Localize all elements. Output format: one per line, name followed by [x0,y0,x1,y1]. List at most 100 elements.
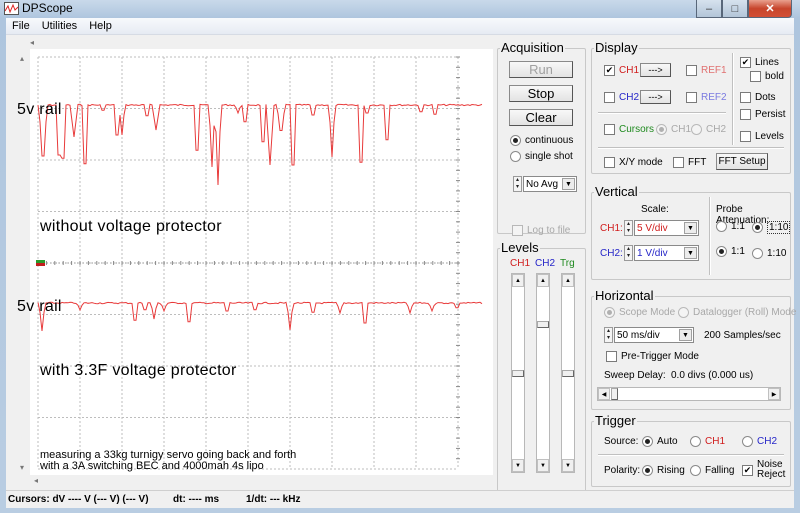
fft-setup-button[interactable]: FFT Setup [716,153,768,170]
fft-checkbox[interactable]: FFT [673,157,706,168]
scroll-up-arrow-icon[interactable]: ▴ [16,54,28,66]
ch2-to-ref2-button[interactable]: ---> [640,90,671,104]
pretrigger-checkbox[interactable]: Pre-Trigger Mode [606,351,699,362]
top-caption: without voltage protector [40,218,222,235]
mode-single-radio[interactable]: single shot [510,151,573,162]
menu-utilities[interactable]: Utilities [36,20,83,32]
cursor-ch1-radio[interactable]: CH1 [656,124,691,135]
mode-continuous-radio[interactable]: continuous [510,135,573,146]
avg-spinner[interactable]: ▴ ▾ [513,176,522,192]
levels-checkbox[interactable]: Levels [740,131,784,142]
lines-checkbox[interactable]: ✔ Lines [740,57,779,68]
trg-level-slider[interactable]: ▲ ▼ [561,273,575,473]
window-title: DPScope [22,1,73,15]
avg-select[interactable]: No Avg ▼ [523,176,577,192]
dots-checkbox[interactable]: Dots [740,92,776,103]
radio-indicator [716,221,727,232]
arrow-up-icon[interactable]: ▲ [537,274,549,287]
close-icon: ✕ [765,3,775,15]
log-to-file-checkbox[interactable]: Log to file [512,225,570,236]
trigger-source-auto-radio[interactable]: Auto [642,436,678,447]
persist-checkbox[interactable]: Persist [740,109,786,120]
levels-ch2-label: CH2 [535,258,556,269]
trg-level-thumb[interactable] [562,369,574,377]
scope-mode-radio[interactable]: Scope Mode [604,307,675,318]
radio-indicator [691,124,702,135]
scroll-left-arrow-icon-bottom[interactable]: ◂ [30,476,42,488]
lines-label: Lines [755,57,779,68]
display-ref2-checkbox[interactable]: REF2 [686,92,727,103]
fft-label: FFT [688,157,707,168]
ch1-probe-10x-radio[interactable]: 1:10 [752,221,791,234]
ch1-scale-select[interactable]: 5 V/div ▼ [634,220,699,236]
roll-mode-radio[interactable]: Datalogger (Roll) Mode [678,307,796,318]
client-area: File Utilities Help ◂ ▴ ▾ ◂ 5v rail with… [6,18,796,508]
top-rail-label: 5v rail [17,101,62,118]
radio-indicator [716,246,727,257]
display-ref1-checkbox[interactable]: REF1 [686,65,727,76]
chevron-down-icon: ▼ [679,329,692,341]
noise-reject-label: Noise Reject [757,460,785,480]
scope-screen[interactable]: 5v rail without voltage protector 5v rai… [17,49,493,475]
trigger-source-ch2-radio[interactable]: CH2 [742,436,777,447]
sweep-delay-label: Sweep Delay: [604,370,666,381]
stop-button[interactable]: Stop [509,85,573,102]
ch1-trace-with-protector [37,301,483,332]
radio-indicator [642,465,653,476]
levels-trg-label: Trg [560,258,575,269]
ch1-scale-spinner[interactable]: ▴ ▾ [624,220,633,236]
bold-checkbox[interactable]: bold [750,71,784,82]
polarity-falling-radio[interactable]: Falling [690,465,734,476]
divider [598,147,784,149]
radio-indicator [752,248,763,259]
arrow-up-icon[interactable]: ▲ [512,274,524,287]
arrow-left-icon[interactable]: ◀ [598,388,610,400]
divider-vertical [732,53,734,145]
close-button[interactable]: ✕ [748,0,792,18]
checkbox-indicator [740,92,751,103]
cursors-checkbox[interactable]: Cursors [604,124,654,135]
ch1-level-thumb[interactable] [512,369,524,377]
ch2-level-thumb[interactable] [537,320,549,328]
sweep-delay-slider[interactable]: ◀ ▶ [597,387,781,401]
display-ch1-checkbox[interactable]: ✔ CH1 [604,65,639,76]
ch1-probe-1x-radio[interactable]: 1:1 [716,221,745,232]
maximize-button[interactable]: □ [722,0,748,18]
trigger-title: Trigger [594,413,637,428]
ch2-scale-spinner[interactable]: ▴ ▾ [624,245,633,261]
checkbox-indicator [686,65,697,76]
minimize-button[interactable]: – [696,0,722,18]
ch2-probe-1x-radio[interactable]: 1:1 [716,246,745,257]
polarity-rising-radio[interactable]: Rising [642,465,685,476]
chevron-down-icon: ▼ [684,222,697,234]
clear-button[interactable]: Clear [509,109,573,126]
arrow-down-icon[interactable]: ▼ [562,459,574,472]
display-ref1-label: REF1 [701,65,727,76]
arrow-right-icon[interactable]: ▶ [768,388,780,400]
ch1-level-slider[interactable]: ▲ ▼ [511,273,525,473]
timebase-select[interactable]: 50 ms/div ▼ [614,327,694,343]
noise-reject-checkbox[interactable]: ✔ Noise Reject [742,460,785,480]
display-ch2-checkbox[interactable]: CH2 [604,92,639,103]
status-dt: dt: ---- ms [173,494,220,505]
trigger-source-ch1-radio[interactable]: CH1 [690,436,725,447]
trigger-source-label: Source: [604,436,639,447]
xy-mode-checkbox[interactable]: X/Y mode [604,157,663,168]
run-button[interactable]: Run [509,61,573,78]
scroll-down-arrow-icon[interactable]: ▾ [16,463,28,475]
vertical-ch2-label: CH2: [600,248,623,259]
arrow-up-icon[interactable]: ▲ [562,274,574,287]
polarity-falling-label: Falling [705,465,735,476]
arrow-down-icon[interactable]: ▼ [512,459,524,472]
ch2-probe-10x-radio[interactable]: 1:10 [752,248,786,259]
sweep-delay-thumb[interactable] [611,388,618,400]
sample-rate: 200 Samples/sec [704,330,781,341]
menu-help[interactable]: Help [83,20,118,32]
ch2-level-slider[interactable]: ▲ ▼ [536,273,550,473]
timebase-spinner[interactable]: ▴ ▾ [604,327,613,343]
arrow-down-icon[interactable]: ▼ [537,459,549,472]
cursor-ch2-radio[interactable]: CH2 [691,124,726,135]
ch2-scale-select[interactable]: 1 V/div ▼ [634,245,699,261]
ch1-to-ref1-button[interactable]: ---> [640,63,671,77]
menu-file[interactable]: File [6,20,36,32]
